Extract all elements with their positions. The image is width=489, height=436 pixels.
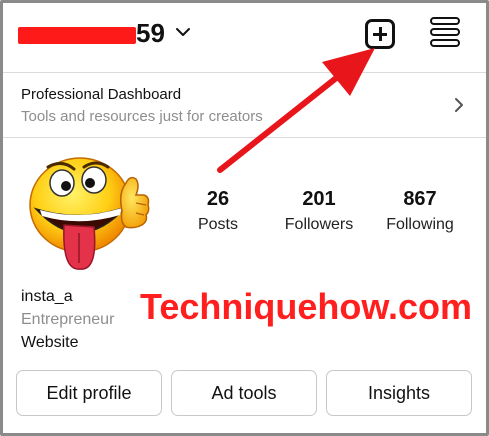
redacted-username xyxy=(18,27,136,44)
profile-header: 59 xyxy=(0,0,489,72)
posts-count: 26 xyxy=(206,188,230,210)
watermark-text: Techniquehow.com xyxy=(140,286,473,327)
chevron-right-icon xyxy=(455,98,463,112)
plus-square-icon[interactable] xyxy=(365,19,395,49)
following-label: Following xyxy=(386,216,454,233)
hamburger-menu-icon[interactable] xyxy=(430,17,460,49)
ad-tools-button[interactable]: Ad tools xyxy=(171,370,317,416)
profile-website-link[interactable]: Website xyxy=(21,334,79,352)
followers-count: 201 xyxy=(302,188,336,210)
stat-posts[interactable]: 26 Posts xyxy=(192,188,244,234)
dashboard-title: Professional Dashboard xyxy=(21,86,182,103)
dashboard-subtitle: Tools and resources just for creators xyxy=(21,108,263,125)
username-suffix[interactable]: 59 xyxy=(136,18,165,49)
stat-following[interactable]: 867 Following xyxy=(381,188,459,234)
posts-label: Posts xyxy=(197,216,238,233)
profile-category: Entrepreneur xyxy=(21,311,115,328)
avatar[interactable] xyxy=(22,153,152,275)
edit-profile-button[interactable]: Edit profile xyxy=(16,370,162,416)
stat-followers[interactable]: 201 Followers xyxy=(280,188,358,234)
following-count: 867 xyxy=(403,188,437,210)
professional-dashboard-row[interactable]: Professional Dashboard Tools and resourc… xyxy=(3,72,486,138)
followers-label: Followers xyxy=(284,216,354,233)
profile-name: insta_a xyxy=(21,288,73,305)
chevron-down-icon[interactable] xyxy=(175,26,191,38)
insights-button[interactable]: Insights xyxy=(326,370,472,416)
